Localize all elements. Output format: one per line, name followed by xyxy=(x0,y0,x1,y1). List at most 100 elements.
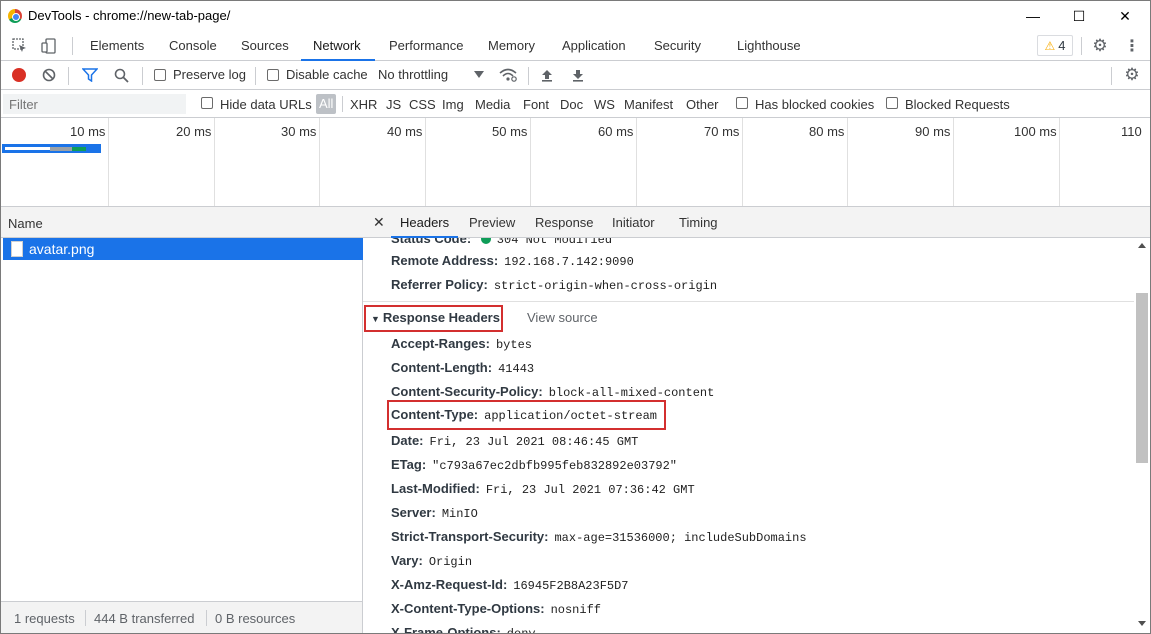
clear-icon[interactable] xyxy=(41,67,57,83)
throttling-select[interactable]: No throttling xyxy=(378,67,448,82)
header-row: Vary: Origin xyxy=(391,553,472,569)
has-blocked-cookies-label: Has blocked cookies xyxy=(755,97,875,112)
filter-type-doc[interactable]: Doc xyxy=(560,97,583,112)
tick-label: 90 ms xyxy=(915,124,951,139)
table-row[interactable]: avatar.png xyxy=(3,238,363,260)
tab-initiator[interactable]: Initiator xyxy=(612,215,655,230)
filter-type-all[interactable]: All xyxy=(316,94,337,114)
header-row: Strict-Transport-Security: max-age=315360… xyxy=(391,529,807,545)
close-window-button[interactable]: ✕ xyxy=(1102,1,1148,31)
vertical-scrollbar[interactable] xyxy=(1134,238,1150,633)
overview-timeline[interactable]: 10 ms 20 ms 30 ms 40 ms 50 ms 60 ms 70 m… xyxy=(1,118,1150,207)
record-icon[interactable] xyxy=(12,68,26,82)
network-conditions-icon[interactable] xyxy=(498,66,518,84)
tick-label: 80 ms xyxy=(809,124,845,139)
filter-type-xhr[interactable]: XHR xyxy=(350,97,377,112)
has-blocked-cookies-checkbox[interactable] xyxy=(736,97,748,109)
scroll-thumb[interactable] xyxy=(1136,293,1148,463)
resources-size: 0 B resources xyxy=(215,611,296,626)
filter-type-font[interactable]: Font xyxy=(523,97,549,112)
general-remote-address: Remote Address: 192.168.7.142:9090 xyxy=(391,253,634,269)
scroll-up-arrow-icon[interactable] xyxy=(1138,243,1146,248)
hide-data-urls-label: Hide data URLs xyxy=(220,97,312,112)
tab-memory[interactable]: Memory xyxy=(488,38,535,53)
divider xyxy=(1081,37,1082,55)
export-har-icon[interactable] xyxy=(570,67,586,83)
header-value: 304 Not Modified xyxy=(496,238,613,247)
filter-icon[interactable] xyxy=(81,67,99,83)
general-referrer-policy: Referrer Policy: strict-origin-when-cross… xyxy=(391,277,717,293)
filter-type-media[interactable]: Media xyxy=(475,97,510,112)
header-name: ETag: xyxy=(391,457,427,472)
tick-label: 100 ms xyxy=(1014,124,1057,139)
header-name: Content-Security-Policy: xyxy=(391,384,543,399)
chevron-down-icon[interactable] xyxy=(474,71,484,78)
header-name: Server: xyxy=(391,505,436,520)
window-title: DevTools - chrome://new-tab-page/ xyxy=(28,8,231,23)
filter-type-ws[interactable]: WS xyxy=(594,97,615,112)
header-value: deny xyxy=(507,627,536,633)
tick-label: 110 xyxy=(1121,124,1142,139)
header-name: Date: xyxy=(391,433,424,448)
gridline xyxy=(742,118,743,206)
header-row: X-Amz-Request-Id: 16945F2B8A23F5D7 xyxy=(391,577,629,593)
tab-lighthouse[interactable]: Lighthouse xyxy=(737,38,801,53)
tick-label: 40 ms xyxy=(387,124,423,139)
scroll-down-arrow-icon[interactable] xyxy=(1138,621,1146,626)
request-details-panel: ✕ Headers Preview Response Initiator Tim… xyxy=(363,207,1150,633)
general-status-code: Status Code: 304 Not Modified xyxy=(391,238,612,247)
maximize-button[interactable]: ☐ xyxy=(1056,1,1102,31)
gridline xyxy=(953,118,954,206)
filter-bar: Hide data URLs All XHR JS CSS Img Media … xyxy=(1,90,1150,118)
gridline xyxy=(530,118,531,206)
minimize-button[interactable]: — xyxy=(1010,1,1056,31)
tab-console[interactable]: Console xyxy=(169,38,217,53)
section-divider xyxy=(363,301,1134,302)
response-headers-toggle[interactable]: ▼ Response Headers xyxy=(371,310,500,325)
filter-type-manifest[interactable]: Manifest xyxy=(624,97,673,112)
tab-timing[interactable]: Timing xyxy=(679,215,718,230)
header-row: ETag: "c793a67ec2dbfb995feb832892e03792" xyxy=(391,457,677,473)
divider xyxy=(1111,67,1112,85)
hide-data-urls-checkbox[interactable] xyxy=(201,97,213,109)
filter-type-js[interactable]: JS xyxy=(386,97,401,112)
import-har-icon[interactable] xyxy=(539,67,555,83)
tab-application[interactable]: Application xyxy=(562,38,626,53)
header-name: X-Amz-Request-Id: xyxy=(391,577,508,592)
header-row: Server: MinIO xyxy=(391,505,478,521)
response-headers-title: Response Headers xyxy=(382,310,500,325)
filter-input[interactable] xyxy=(3,94,186,114)
network-settings-gear-icon[interactable]: ⚙ xyxy=(1122,65,1142,85)
header-name: Content-Type: xyxy=(391,407,479,422)
tab-performance[interactable]: Performance xyxy=(389,38,463,53)
gridline xyxy=(1059,118,1060,206)
tick-label: 10 ms xyxy=(70,124,106,139)
filter-type-css[interactable]: CSS xyxy=(409,97,436,112)
blocked-requests-label: Blocked Requests xyxy=(905,97,1010,112)
tab-network[interactable]: Network xyxy=(313,38,361,53)
filter-type-other[interactable]: Other xyxy=(686,97,719,112)
tab-response[interactable]: Response xyxy=(535,215,594,230)
tab-preview[interactable]: Preview xyxy=(469,215,515,230)
warnings-badge[interactable]: ⚠ 4 xyxy=(1037,35,1073,56)
inspect-element-icon[interactable] xyxy=(10,36,30,56)
blocked-requests-checkbox[interactable] xyxy=(886,97,898,109)
tab-elements[interactable]: Elements xyxy=(90,38,144,53)
tab-sources[interactable]: Sources xyxy=(241,38,289,53)
search-icon[interactable] xyxy=(112,67,130,83)
preserve-log-checkbox[interactable] xyxy=(154,69,166,81)
view-source-link[interactable]: View source xyxy=(527,310,598,325)
overview-bar-segment xyxy=(72,147,86,151)
disable-cache-checkbox[interactable] xyxy=(267,69,279,81)
filter-type-img[interactable]: Img xyxy=(442,97,464,112)
more-options-icon[interactable]: ⋮ xyxy=(1122,36,1142,56)
requests-count: 1 requests xyxy=(14,611,75,626)
header-value: bytes xyxy=(495,338,532,352)
device-toolbar-icon[interactable] xyxy=(39,36,59,56)
settings-gear-icon[interactable]: ⚙ xyxy=(1090,36,1110,56)
close-icon[interactable]: ✕ xyxy=(373,214,385,231)
header-name: Vary: xyxy=(391,553,423,568)
tab-security[interactable]: Security xyxy=(654,38,701,53)
tab-headers[interactable]: Headers xyxy=(400,215,449,230)
name-column-header[interactable]: Name xyxy=(1,207,363,238)
